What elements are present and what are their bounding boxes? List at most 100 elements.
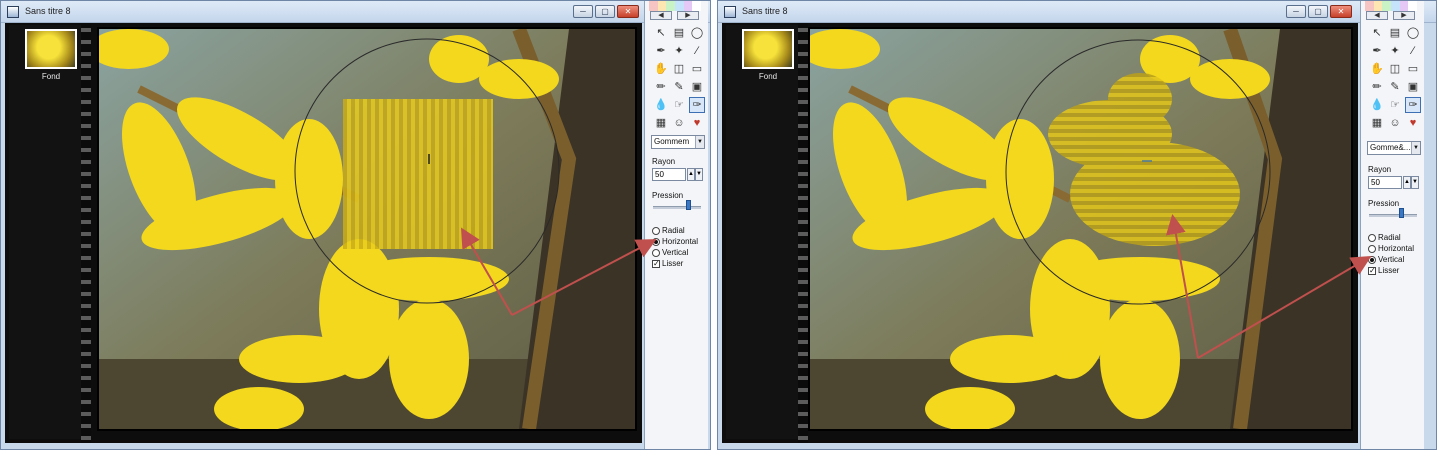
- layer-strip: Fond: [9, 25, 81, 439]
- arrow-right-icon[interactable]: ▶: [677, 11, 699, 20]
- eraser-icon[interactable]: ▭: [689, 61, 705, 77]
- window-title: Sans titre 8: [25, 6, 71, 16]
- pressure-label: Pression: [1368, 199, 1400, 208]
- film-strip-left: [81, 23, 91, 443]
- select-icon[interactable]: ↖: [1369, 25, 1385, 41]
- line-icon[interactable]: ∕: [689, 43, 705, 59]
- lasso-icon[interactable]: ◯: [1405, 25, 1421, 41]
- pressure-slider-track[interactable]: [653, 206, 701, 209]
- radius-input[interactable]: 50: [1368, 176, 1402, 189]
- strawberry-icon[interactable]: ♥: [1405, 115, 1421, 131]
- tool-grid: ↖ ▤ ◯ ✒ ✦ ∕ ✋ ◫ ▭ ✏ ✎ ▣ 💧 ☞ ✑ ▦ ☺ ♥: [653, 25, 705, 131]
- close-icon[interactable]: ✕: [1330, 5, 1352, 18]
- film-icon[interactable]: ▦: [653, 115, 669, 131]
- eyedropper-icon[interactable]: ✒: [1369, 43, 1385, 59]
- radio-horizontal[interactable]: Horizontal: [1368, 244, 1414, 253]
- arrow-right-icon[interactable]: ▶: [1393, 11, 1415, 20]
- warp-brush-icon[interactable]: ✑: [689, 97, 705, 113]
- film-icon[interactable]: ▦: [1369, 115, 1385, 131]
- eraser-icon[interactable]: ▭: [1405, 61, 1421, 77]
- minimize-icon[interactable]: ─: [573, 5, 593, 18]
- color-palette[interactable]: [1365, 1, 1418, 11]
- window-a: Sans titre 8 ─ ▢ ✕ Fond ◀ ▶ ↖ ▤ ◯ ✒ ✦ ∕ …: [0, 0, 711, 450]
- pressure-slider-knob[interactable]: [1399, 208, 1404, 218]
- drop-icon[interactable]: 💧: [1369, 97, 1385, 113]
- magic-wand-icon[interactable]: ✦: [1387, 43, 1403, 59]
- image-canvas[interactable]: [97, 27, 637, 431]
- warp-brush-icon[interactable]: ✑: [1405, 97, 1421, 113]
- portrait-icon[interactable]: ☺: [1387, 115, 1403, 131]
- pressure-label: Pression: [652, 191, 684, 200]
- layer-name: Fond: [41, 72, 61, 81]
- minimize-icon[interactable]: ─: [1286, 5, 1306, 18]
- tool-panel: ◀ ▶ ↖ ▤ ◯ ✒ ✦ ∕ ✋ ◫ ▭ ✏ ✎ ▣ 💧 ☞ ✑ ▦ ☺ ♥ …: [1360, 1, 1424, 449]
- lasso-icon[interactable]: ◯: [689, 25, 705, 41]
- layer-strip: Fond: [726, 25, 798, 439]
- magic-wand-icon[interactable]: ✦: [671, 43, 687, 59]
- spin-down-icon[interactable]: ▼: [1411, 176, 1419, 189]
- spin-up-icon[interactable]: ▲: [1403, 176, 1411, 189]
- stamp-icon[interactable]: ▣: [689, 79, 705, 95]
- photo-flowers: [810, 29, 1351, 429]
- window-title: Sans titre 8: [742, 6, 788, 16]
- arrow-left-icon[interactable]: ◀: [650, 11, 672, 20]
- radius-input[interactable]: 50: [652, 168, 686, 181]
- color-palette[interactable]: [649, 1, 702, 11]
- stamp-icon[interactable]: ▣: [1405, 79, 1421, 95]
- drop-icon[interactable]: 💧: [653, 97, 669, 113]
- radio-vertical[interactable]: Vertical: [652, 248, 688, 257]
- brush-icon[interactable]: ✏: [653, 79, 669, 95]
- brush-value: Gommem: [654, 137, 690, 146]
- page-icon[interactable]: ◫: [1387, 61, 1403, 77]
- layer-name: Fond: [758, 72, 778, 81]
- radio-vertical[interactable]: Vertical: [1368, 255, 1404, 264]
- film-strip-left: [798, 23, 808, 443]
- radius-label: Rayon: [1368, 165, 1392, 174]
- smudge-icon[interactable]: ☞: [671, 97, 687, 113]
- window-b: Sans titre 8 ─ ▢ ✕ Fond ◀ ▶ ↖ ▤ ◯ ✒ ✦ ∕ …: [717, 0, 1437, 450]
- select-icon[interactable]: ↖: [653, 25, 669, 41]
- chevron-down-icon: ▼: [695, 136, 704, 148]
- radio-radial[interactable]: Radial: [1368, 233, 1401, 242]
- airbrush-icon[interactable]: ✎: [1387, 79, 1403, 95]
- marquee-icon[interactable]: ▤: [671, 25, 687, 41]
- marquee-icon[interactable]: ▤: [1387, 25, 1403, 41]
- pan-hand-icon[interactable]: ✋: [1369, 61, 1385, 77]
- pan-hand-icon[interactable]: ✋: [653, 61, 669, 77]
- smudge-icon[interactable]: ☞: [1387, 97, 1403, 113]
- maximize-icon[interactable]: ▢: [595, 5, 615, 18]
- arrow-left-icon[interactable]: ◀: [1366, 11, 1388, 20]
- close-icon[interactable]: ✕: [617, 5, 639, 18]
- image-canvas[interactable]: [808, 27, 1353, 431]
- brush-dropdown[interactable]: Gomme&... ▼: [1367, 141, 1421, 155]
- workspace: Fond: [722, 23, 1358, 443]
- line-icon[interactable]: ∕: [1405, 43, 1421, 59]
- tool-grid: ↖ ▤ ◯ ✒ ✦ ∕ ✋ ◫ ▭ ✏ ✎ ▣ 💧 ☞ ✑ ▦ ☺ ♥: [1369, 25, 1421, 131]
- photo-flowers: [99, 29, 635, 429]
- radio-radial[interactable]: Radial: [652, 226, 685, 235]
- title-bar[interactable]: Sans titre 8 ─ ▢ ✕: [718, 1, 1436, 23]
- radius-label: Rayon: [652, 157, 676, 166]
- pressure-slider-track[interactable]: [1369, 214, 1417, 217]
- page-icon[interactable]: ◫: [671, 61, 687, 77]
- brush-value: Gomme&...: [1370, 143, 1411, 152]
- layer-thumbnail[interactable]: [742, 29, 794, 69]
- brush-dropdown[interactable]: Gommem ▼: [651, 135, 705, 149]
- eyedropper-icon[interactable]: ✒: [653, 43, 669, 59]
- brush-icon[interactable]: ✏: [1369, 79, 1385, 95]
- app-icon: [724, 6, 736, 18]
- portrait-icon[interactable]: ☺: [671, 115, 687, 131]
- tool-panel: ◀ ▶ ↖ ▤ ◯ ✒ ✦ ∕ ✋ ◫ ▭ ✏ ✎ ▣ 💧 ☞ ✑ ▦ ☺ ♥ …: [644, 1, 708, 449]
- airbrush-icon[interactable]: ✎: [671, 79, 687, 95]
- spin-up-icon[interactable]: ▲: [687, 168, 695, 181]
- layer-thumbnail[interactable]: [25, 29, 77, 69]
- checkbox-smooth[interactable]: ✓ Lisser: [1368, 266, 1399, 275]
- app-icon: [7, 6, 19, 18]
- checkbox-smooth[interactable]: ✓ Lisser: [652, 259, 683, 268]
- pressure-slider-knob[interactable]: [686, 200, 691, 210]
- title-bar[interactable]: Sans titre 8 ─ ▢ ✕: [1, 1, 710, 23]
- maximize-icon[interactable]: ▢: [1308, 5, 1328, 18]
- strawberry-icon[interactable]: ♥: [689, 115, 705, 131]
- radio-horizontal[interactable]: Horizontal: [652, 237, 698, 246]
- spin-down-icon[interactable]: ▼: [695, 168, 703, 181]
